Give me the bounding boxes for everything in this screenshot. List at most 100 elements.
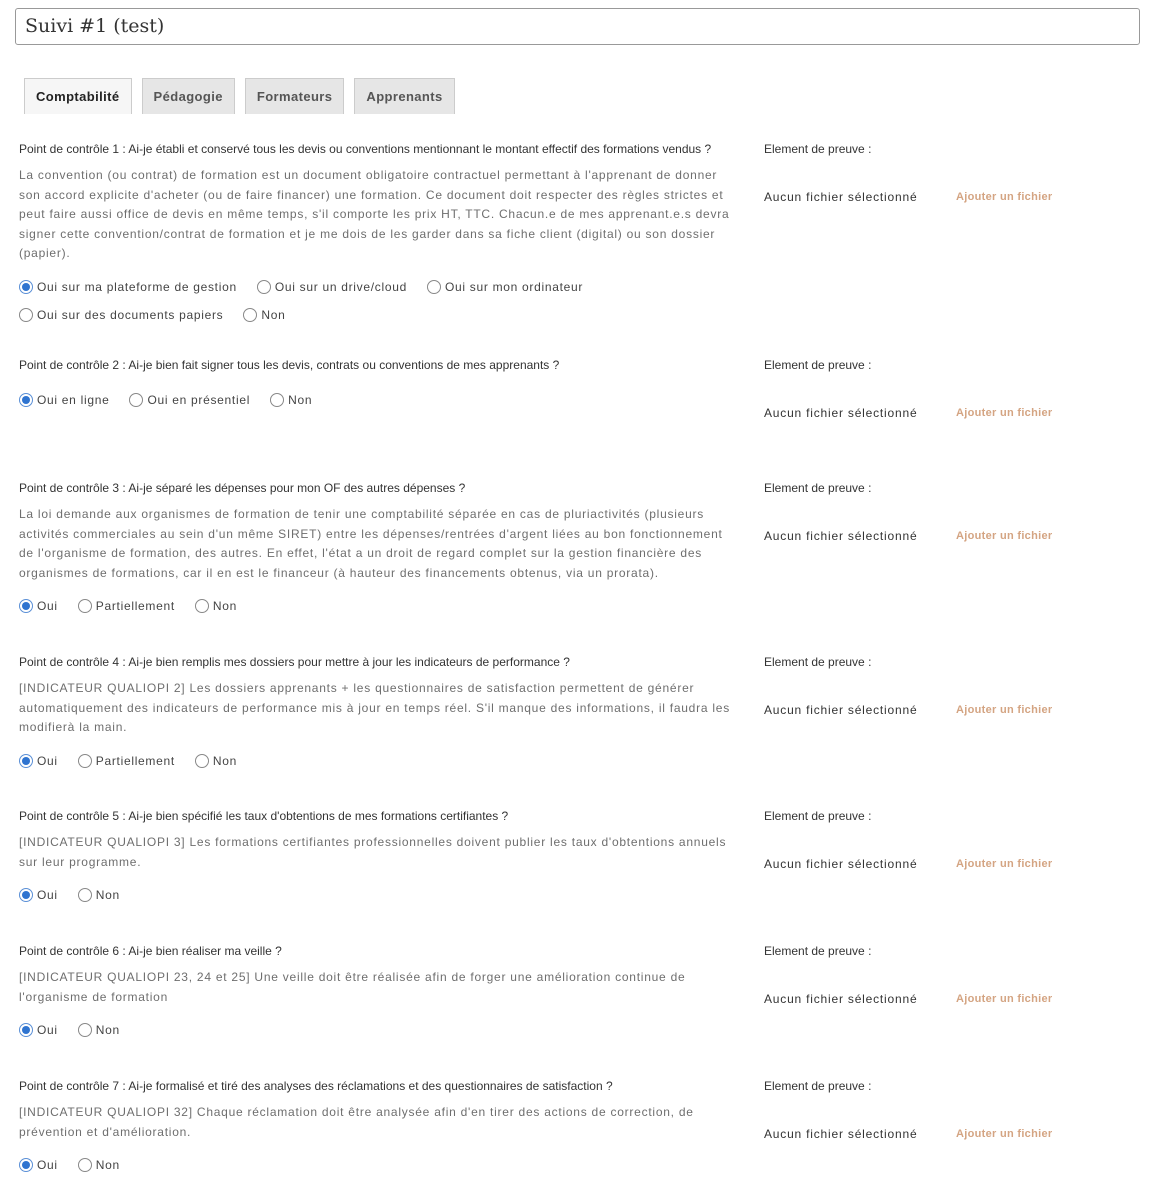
control-point-question: Point de contrôle 6 : Ai-je bien réalise… <box>19 944 282 958</box>
answer-radio[interactable]: Oui sur un drive/cloud <box>256 278 407 296</box>
radio-circle-icon[interactable] <box>243 307 258 322</box>
answer-label: Oui <box>37 888 58 903</box>
add-file-button[interactable]: Ajouter un fichier <box>956 191 1052 203</box>
answer-radio-group: Oui Non <box>19 886 731 904</box>
file-status: Aucun fichier sélectionné <box>764 190 918 204</box>
control-point-question: Point de contrôle 1 : Ai-je établi et co… <box>19 142 712 156</box>
radio-circle-icon[interactable] <box>19 279 33 294</box>
answer-radio[interactable]: Oui <box>19 752 58 770</box>
answer-radio[interactable]: Oui <box>19 886 58 904</box>
answer-label: Oui <box>37 753 58 768</box>
answer-radio[interactable]: Non <box>270 391 312 409</box>
proof-section: Element de preuve : Aucun fichier sélecti… <box>764 481 1144 543</box>
file-status: Aucun fichier sélectionné <box>764 406 918 420</box>
answer-radio[interactable]: Oui sur des documents papiers <box>19 306 223 324</box>
answer-radio[interactable]: Oui <box>19 597 58 615</box>
proof-section: Element de preuve : Aucun fichier sélecti… <box>764 358 1144 420</box>
answer-radio[interactable]: Oui sur mon ordinateur <box>426 278 584 296</box>
answer-radio[interactable]: Non <box>77 1021 120 1039</box>
answer-label: Non <box>95 888 120 903</box>
control-point-body: Point de contrôle 2 : Ai-je bien fait si… <box>19 358 731 409</box>
radio-circle-icon[interactable] <box>256 279 271 294</box>
answer-label: Oui sur ma plateforme de gestion <box>37 279 237 294</box>
proof-section: Element de preuve : Aucun fichier sélecti… <box>764 655 1144 717</box>
control-point-question: Point de contrôle 2 : Ai-je bien fait si… <box>19 358 560 372</box>
radio-circle-icon[interactable] <box>77 888 92 903</box>
answer-radio[interactable]: Non <box>243 306 285 324</box>
proof-label: Element de preuve : <box>764 358 872 372</box>
tab-pedagogie[interactable]: Pédagogie <box>141 78 235 114</box>
control-point-description: [INDICATEUR QUALIOPI 3] Les formations c… <box>19 835 727 869</box>
answer-radio-group: Oui Non <box>19 1021 731 1039</box>
answer-radio[interactable]: Non <box>77 886 120 904</box>
radio-circle-icon[interactable] <box>194 753 209 768</box>
answer-radio[interactable]: Oui <box>19 1156 58 1174</box>
radio-circle-icon[interactable] <box>77 753 92 768</box>
control-point-body: Point de contrôle 7 : Ai-je formalisé et… <box>19 1079 731 1174</box>
control-point-description: La convention (ou contrat) de formation … <box>19 168 730 261</box>
control-point-body: Point de contrôle 6 : Ai-je bien réalise… <box>19 944 731 1039</box>
radio-circle-icon[interactable] <box>129 393 144 407</box>
file-status: Aucun fichier sélectionné <box>764 857 918 871</box>
answer-radio[interactable]: Partiellement <box>77 597 175 615</box>
proof-label: Element de preuve : <box>764 1079 872 1093</box>
answer-radio[interactable]: Partiellement <box>77 752 175 770</box>
add-file-button[interactable]: Ajouter un fichier <box>956 704 1052 716</box>
answer-label: Oui en ligne <box>37 393 110 407</box>
answer-radio[interactable]: Non <box>194 597 238 615</box>
answer-label: Oui <box>37 599 58 614</box>
radio-circle-icon[interactable] <box>19 753 33 768</box>
control-point-description: La loi demande aux organismes de formati… <box>19 507 723 580</box>
add-file-button[interactable]: Ajouter un fichier <box>956 993 1052 1005</box>
control-point-4: Point de contrôle 4 : Ai-je bien remplis… <box>19 655 1139 770</box>
answer-label: Non <box>212 753 238 768</box>
file-status: Aucun fichier sélectionné <box>764 529 918 543</box>
proof-section: Element de preuve : Aucun fichier sélecti… <box>764 944 1144 1006</box>
answer-radio[interactable]: Oui en ligne <box>19 391 109 409</box>
radio-circle-icon[interactable] <box>77 1023 92 1038</box>
radio-circle-icon[interactable] <box>19 393 33 407</box>
proof-label: Element de preuve : <box>764 944 872 958</box>
radio-circle-icon[interactable] <box>77 599 92 614</box>
proof-label: Element de preuve : <box>764 481 872 495</box>
suivi-title-input[interactable]: Suivi #1 (test) <box>15 8 1140 45</box>
answer-label: Oui sur mon ordinateur <box>444 279 584 294</box>
tab-formateurs[interactable]: Formateurs <box>244 78 345 114</box>
answer-label: Non <box>212 599 238 614</box>
answer-radio[interactable]: Oui <box>19 1021 58 1039</box>
add-file-button[interactable]: Ajouter un fichier <box>956 530 1052 542</box>
radio-circle-icon[interactable] <box>77 1158 92 1173</box>
answer-label: Oui <box>37 1158 58 1173</box>
radio-circle-icon[interactable] <box>426 279 441 294</box>
control-point-6: Point de contrôle 6 : Ai-je bien réalise… <box>19 944 1139 1039</box>
control-point-question: Point de contrôle 5 : Ai-je bien spécifi… <box>19 809 509 823</box>
radio-circle-icon[interactable] <box>19 1158 33 1173</box>
tab-apprenants[interactable]: Apprenants <box>354 78 455 114</box>
answer-label: Oui sur des documents papiers <box>37 307 224 322</box>
radio-circle-icon[interactable] <box>270 393 285 407</box>
radio-circle-icon[interactable] <box>19 599 33 614</box>
tab-comptabilite[interactable]: Comptabilité <box>24 78 132 114</box>
radio-circle-icon[interactable] <box>19 1023 33 1038</box>
add-file-button[interactable]: Ajouter un fichier <box>956 858 1052 870</box>
file-status: Aucun fichier sélectionné <box>764 992 918 1006</box>
control-point-body: Point de contrôle 3 : Ai-je séparé les d… <box>19 481 731 615</box>
radio-circle-icon[interactable] <box>19 888 33 903</box>
answer-radio[interactable]: Non <box>77 1156 120 1174</box>
tab-bar: Comptabilité Pédagogie Formateurs Apprenant… <box>24 78 455 114</box>
control-point-3: Point de contrôle 3 : Ai-je séparé les d… <box>19 481 1139 615</box>
answer-radio[interactable]: Oui sur ma plateforme de gestion <box>19 278 237 296</box>
answer-label: Non <box>288 393 313 407</box>
radio-circle-icon[interactable] <box>19 307 33 322</box>
add-file-button[interactable]: Ajouter un fichier <box>956 407 1052 419</box>
proof-label: Element de preuve : <box>764 655 872 669</box>
add-file-button[interactable]: Ajouter un fichier <box>956 1128 1052 1140</box>
control-point-description: [INDICATEUR QUALIOPI 23, 24 et 25] Une v… <box>19 970 686 1004</box>
radio-circle-icon[interactable] <box>194 599 209 614</box>
answer-radio[interactable]: Oui en présentiel <box>129 391 250 409</box>
answer-label: Partiellement <box>95 599 175 614</box>
answer-label: Oui sur un drive/cloud <box>274 279 407 294</box>
control-point-body: Point de contrôle 5 : Ai-je bien spécifi… <box>19 809 731 904</box>
answer-radio[interactable]: Non <box>194 752 238 770</box>
proof-label: Element de preuve : <box>764 809 872 823</box>
